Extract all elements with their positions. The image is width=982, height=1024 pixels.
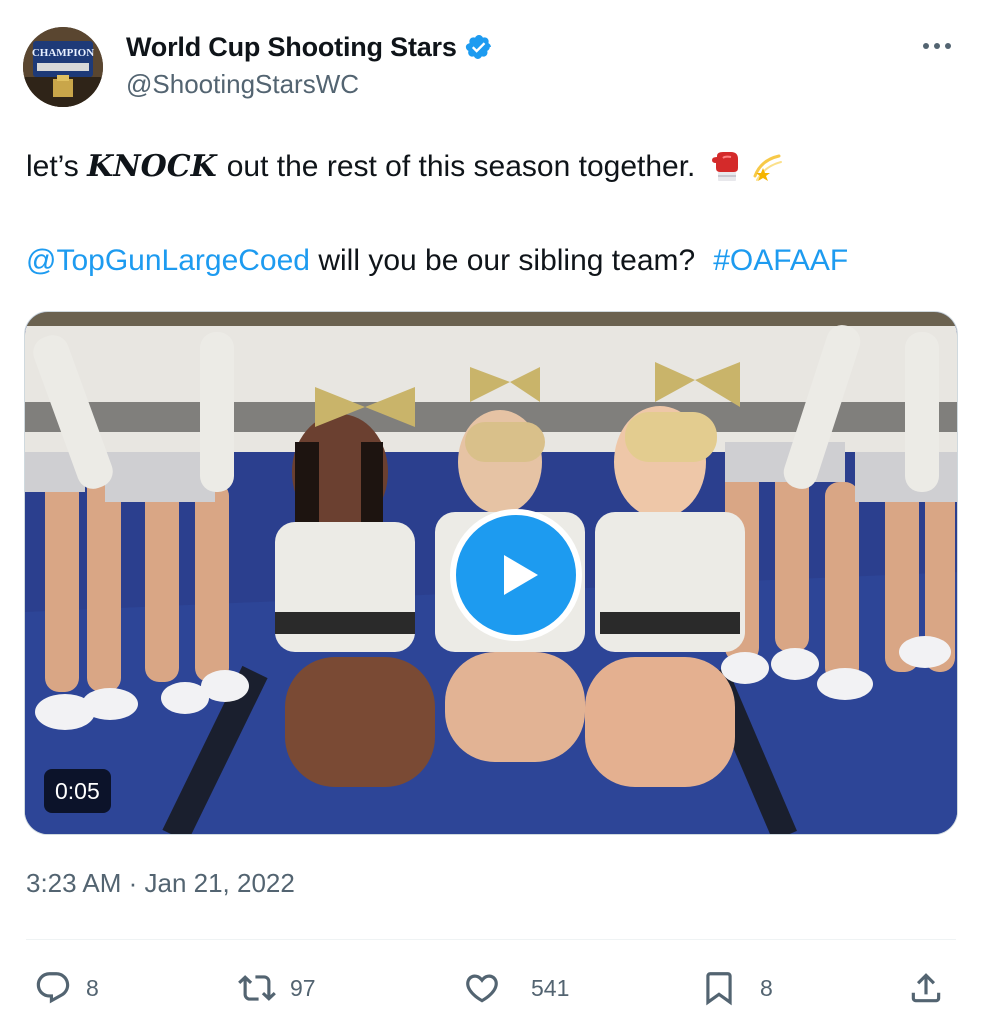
mention-link[interactable]: @TopGunLargeCoed <box>26 238 310 284</box>
avatar[interactable]: CHAMPION <box>23 27 103 107</box>
share-button[interactable] <box>907 965 945 1011</box>
retweet-count: 97 <box>290 974 316 1001</box>
author-handle[interactable]: @ShootingStarsWC <box>126 69 493 100</box>
more-options-button[interactable] <box>920 34 954 58</box>
retweet-icon <box>238 975 276 1001</box>
tweet-line-1: let’s KNOCK out the rest of this season … <box>26 144 956 190</box>
bookmark-icon <box>706 972 732 1006</box>
verified-badge-icon <box>465 35 491 59</box>
avatar-banner-text: CHAMPION <box>32 47 94 59</box>
author-block: World Cup Shooting Stars @ShootingStarsW… <box>126 28 493 100</box>
tweet-text-start: let’s <box>26 150 88 183</box>
action-bar: 8 97 541 8 <box>0 965 982 1011</box>
like-count: 541 <box>531 974 570 1001</box>
hashtag-link[interactable]: #OAFAAF <box>713 238 848 284</box>
heart-icon <box>466 974 498 1003</box>
reply-button[interactable]: 8 <box>34 965 99 1011</box>
like-button[interactable]: 541 <box>463 965 569 1011</box>
tweet-text: let’s KNOCK out the rest of this season … <box>26 144 956 284</box>
dizzy-star-icon <box>753 154 783 181</box>
tweet-text-rest: out the rest of this season together. <box>226 150 696 183</box>
boxing-glove-icon <box>712 152 739 181</box>
video-player[interactable]: 0:05 <box>24 311 958 835</box>
bookmark-count: 8 <box>760 974 773 1001</box>
tweet-line-2: @TopGunLargeCoed will you be our sibling… <box>26 238 956 284</box>
video-duration: 0:05 <box>44 769 111 813</box>
tweet-timestamp[interactable]: 3:23 AM · Jan 21, 2022 <box>26 868 295 899</box>
reply-count: 8 <box>86 974 99 1001</box>
more-dots-icon <box>923 43 951 49</box>
share-icon <box>911 973 941 1003</box>
tweet-question: will you be our sibling team? <box>309 244 696 277</box>
author-name[interactable]: World Cup Shooting Stars <box>126 32 457 63</box>
bookmark-button[interactable]: 8 <box>700 965 773 1011</box>
reply-icon <box>36 972 70 1004</box>
tweet-text-emphasis: KNOCK <box>87 149 217 184</box>
retweet-button[interactable]: 97 <box>238 965 316 1011</box>
play-icon <box>504 555 538 595</box>
play-button[interactable] <box>450 509 582 641</box>
divider <box>26 939 956 940</box>
